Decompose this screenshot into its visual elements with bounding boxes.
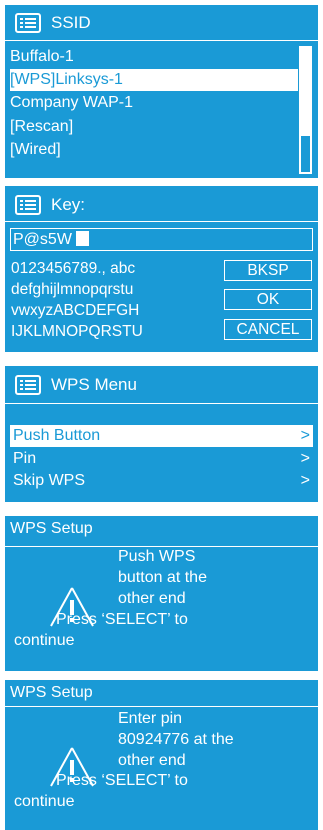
char-set-line[interactable]: 0123456789., abc — [11, 259, 135, 279]
divider — [5, 546, 318, 547]
menu-list-icon — [15, 12, 41, 33]
key-title-bar: Key: — [5, 189, 318, 220]
message-line: Press ‘SELECT’ to — [56, 772, 188, 789]
wps-menu-screen: WPS Menu Push Button > Pin > Skip WPS > — [5, 366, 318, 502]
chevron-right-icon: > — [300, 472, 310, 489]
wps-menu-title-bar: WPS Menu — [5, 369, 318, 400]
divider — [5, 403, 318, 404]
network-item[interactable]: [Wired] — [10, 139, 61, 161]
chevron-right-icon: > — [300, 450, 310, 467]
message-line: other end — [118, 752, 186, 769]
wps-setup-push-screen: WPS Setup Push WPS button at the other e… — [5, 516, 318, 671]
key-title: Key: — [51, 194, 86, 214]
network-item-selected[interactable]: [WPS]Linksys-1 — [10, 69, 298, 91]
menu-list-icon — [15, 194, 41, 215]
network-item[interactable]: Buffalo-1 — [10, 46, 74, 68]
ok-button[interactable]: OK — [224, 289, 312, 310]
ssid-title-bar: SSID — [5, 7, 318, 38]
key-input-value: P@s5W — [13, 231, 72, 248]
message-line: continue — [14, 632, 75, 649]
divider — [5, 221, 318, 222]
wps-setup-title: WPS Setup — [10, 684, 93, 701]
chevron-right-icon: > — [300, 427, 310, 444]
char-set-line[interactable]: vwxyzABCDEFGH — [11, 301, 139, 321]
key-input-field[interactable]: P@s5W — [10, 228, 313, 251]
menu-item-label: Push Button — [13, 427, 101, 444]
key-entry-screen: Key: P@s5W 0123456789., abc defghijlmnop… — [5, 186, 318, 352]
divider — [5, 40, 318, 41]
message-line: button at the — [118, 569, 207, 586]
message-line: continue — [14, 793, 75, 810]
divider — [5, 706, 318, 707]
network-item[interactable]: [Rescan] — [10, 116, 73, 138]
message-line: other end — [118, 590, 186, 607]
message-line: Push WPS — [118, 548, 196, 565]
scrollbar[interactable] — [299, 46, 312, 174]
backspace-button[interactable]: BKSP — [224, 260, 312, 281]
char-set-line[interactable]: defghijlmnopqrstu — [11, 280, 133, 300]
menu-item-push-button[interactable]: Push Button > — [10, 425, 313, 447]
ssid-title: SSID — [51, 12, 91, 32]
scrollbar-thumb[interactable] — [301, 48, 310, 136]
menu-item-skip-wps[interactable]: Skip WPS > — [10, 470, 313, 492]
wps-menu-title: WPS Menu — [51, 374, 137, 394]
menu-list-icon — [15, 374, 41, 395]
menu-item-label: Skip WPS — [13, 472, 86, 489]
wps-setup-title: WPS Setup — [10, 520, 93, 537]
message-line: Enter pin — [118, 710, 183, 727]
network-item[interactable]: Company WAP-1 — [10, 92, 133, 114]
message-line: Press ‘SELECT’ to — [56, 611, 188, 628]
ssid-screen: SSID Buffalo-1 [WPS]Linksys-1 Company WA… — [5, 5, 318, 178]
cancel-button[interactable]: CANCEL — [224, 319, 312, 340]
menu-item-pin[interactable]: Pin > — [10, 448, 313, 470]
text-cursor — [75, 231, 89, 246]
menu-item-label: Pin — [13, 450, 37, 467]
message-line: 80924776 at the — [118, 731, 234, 748]
wps-setup-pin-screen: WPS Setup Enter pin 80924776 at the othe… — [5, 680, 318, 830]
char-set-line[interactable]: IJKLMNOPQRSTU — [11, 322, 143, 342]
